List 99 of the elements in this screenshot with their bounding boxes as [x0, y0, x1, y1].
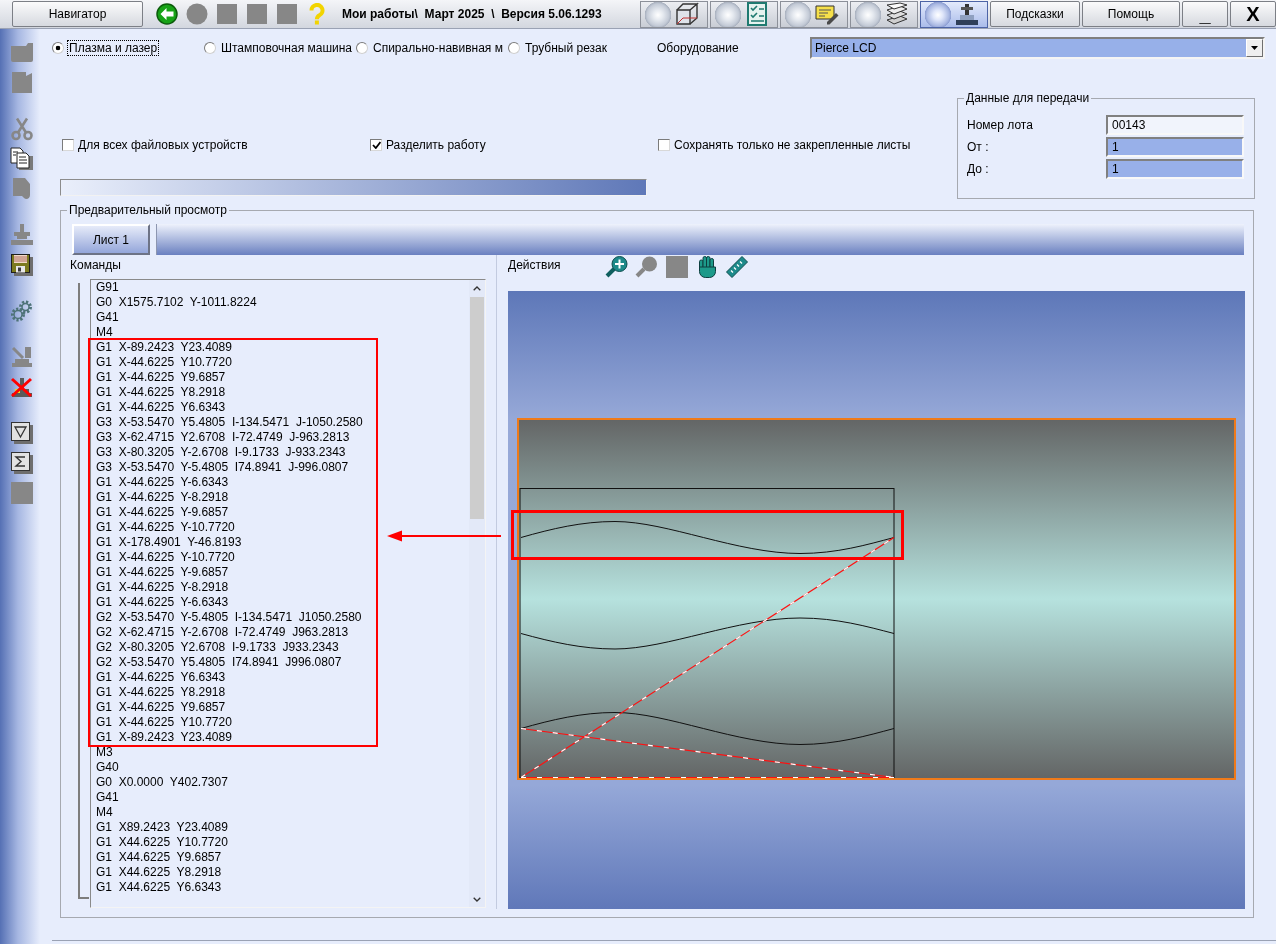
dropdown-button[interactable] [1246, 39, 1263, 57]
code-line: G41 [96, 790, 119, 805]
code-line: G91 [96, 280, 119, 295]
code-line: G1 X-89.2423 Y23.4089 [96, 730, 232, 745]
code-line: G1 X-44.6225 Y6.6343 [96, 670, 226, 685]
checkbox-label[interactable]: Сохранять только не закрепленные листы [674, 138, 911, 152]
code-line: G40 [96, 760, 119, 775]
mode-button[interactable] [850, 0, 918, 28]
code-line: G2 X-62.4715 Y-2.6708 I-72.4749 J963.2813 [96, 625, 349, 640]
code-line: G1 X-44.6225 Y-8.2918 [96, 490, 229, 505]
checkbox-label[interactable]: Разделить работу [386, 138, 486, 152]
code-line: G0 X0.0000 Y402.7307 [96, 775, 228, 790]
code-line: G1 X-44.6225 Y-9.6857 [96, 565, 229, 580]
checkbox[interactable] [62, 139, 74, 151]
radio-button[interactable] [204, 42, 216, 54]
code-line: G1 X89.2423 Y23.4089 [96, 820, 228, 835]
zoom-in-icon[interactable] [605, 255, 629, 279]
chevron-up-icon [473, 285, 481, 291]
gears-icon[interactable] [10, 299, 34, 323]
checkmark-icon [371, 141, 381, 149]
code-line: G1 X-44.6225 Y-10.7720 [96, 520, 235, 535]
close-button[interactable]: X [1230, 1, 1276, 27]
code-line: G3 X-80.3205 Y-2.6708 I-9.1733 J-933.2343 [96, 445, 346, 460]
code-line: G3 X-53.5470 Y-5.4805 I74.8941 J-996.0807 [96, 460, 349, 475]
group-title: Предварительный просмотр [68, 203, 228, 217]
code-line: G1 X-44.6225 Y8.2918 [96, 685, 226, 700]
save-icon[interactable] [10, 253, 34, 277]
code-line: G1 X44.6225 Y10.7720 [96, 835, 228, 850]
input-field[interactable]: 1 [1106, 159, 1244, 179]
code-line: G1 X-44.6225 Y-6.6343 [96, 595, 229, 610]
mode-button[interactable] [640, 0, 708, 28]
crossed-machine-icon[interactable] [10, 375, 34, 399]
code-line: G1 X44.6225 Y6.6343 [96, 880, 222, 895]
checkbox-label[interactable]: Для всех файловых устройств [78, 138, 248, 152]
input-field[interactable]: 1 [1106, 137, 1244, 157]
note-icon [815, 2, 839, 26]
radio-label[interactable]: Спирально-навивная м [372, 41, 504, 55]
section-label: Действия [508, 257, 562, 272]
radio-button[interactable] [508, 42, 520, 54]
checklist-icon [745, 2, 769, 26]
window-title: Мои работы\ Март 2025 \ Версия 5.06.1293 [342, 7, 603, 21]
radio-label[interactable]: Плазма и лазер [68, 41, 159, 55]
triangle-icon[interactable] [10, 421, 34, 445]
ruler-icon[interactable] [725, 255, 749, 279]
radio-label[interactable]: Трубный резак [524, 41, 608, 55]
code-line: G41 [96, 310, 119, 325]
cube-icon [675, 2, 699, 26]
mode-button[interactable] [780, 0, 848, 28]
minimize-button[interactable]: _ [1182, 1, 1228, 27]
input-field[interactable]: 00143 [1106, 115, 1244, 135]
field-label: До : [967, 162, 990, 176]
radio-label[interactable]: Штамповочная машина [220, 41, 354, 55]
mode-button[interactable] [920, 0, 988, 28]
code-line: G1 X44.6225 Y8.2918 [96, 865, 222, 880]
help-button[interactable]: Помощь [1082, 1, 1180, 27]
code-line: G1 X-44.6225 Y-8.2918 [96, 580, 229, 595]
code-line: G2 X-53.5470 Y-5.4805 I-134.5471 J1050.2580 [96, 610, 362, 625]
stack-icon [885, 2, 909, 26]
code-line: M4 [96, 325, 113, 340]
code-line: M3 [96, 745, 113, 760]
code-line: G1 X-44.6225 Y10.7720 [96, 355, 232, 370]
tab[interactable]: Лист 1 [72, 224, 150, 255]
code-line: G1 X-44.6225 Y9.6857 [96, 700, 226, 715]
code-line: G3 X-53.5470 Y5.4805 I-134.5471 J-1050.2580 [96, 415, 363, 430]
mode-button[interactable] [710, 0, 778, 28]
scrollbar-thumb[interactable] [470, 297, 484, 519]
navigator-button[interactable]: Навигатор [12, 1, 143, 27]
code-line: G1 X-44.6225 Y-10.7720 [96, 550, 235, 565]
code-line: G2 X-80.3205 Y2.6708 I-9.1733 J933.2343 [96, 640, 339, 655]
radio-button[interactable] [356, 42, 368, 54]
sigma-icon[interactable] [10, 451, 34, 475]
code-line: M4 [96, 805, 113, 820]
caret-icon [1251, 46, 1258, 50]
chevron-down-icon [473, 896, 481, 902]
code-line: G1 X-44.6225 Y9.6857 [96, 370, 226, 385]
code-line: G1 X44.6225 Y9.6857 [96, 850, 222, 865]
checkbox[interactable] [370, 139, 382, 151]
code-line: G1 X-178.4901 Y-46.8193 [96, 535, 242, 550]
code-line: G2 X-53.5470 Y5.4805 I74.8941 J996.0807 [96, 655, 342, 670]
field-label: Номер лота [967, 118, 1034, 132]
equipment-label: Оборудование [657, 41, 740, 55]
code-line: G1 X-44.6225 Y-9.6857 [96, 505, 229, 520]
scrollbar[interactable] [469, 280, 485, 907]
code-line: G1 X-89.2423 Y23.4089 [96, 340, 232, 355]
code-line: G3 X-62.4715 Y2.6708 I-72.4749 J-963.2813 [96, 430, 350, 445]
machine-icon [955, 2, 979, 26]
code-line: G1 X-44.6225 Y6.6343 [96, 400, 226, 415]
radio-button[interactable] [52, 42, 64, 54]
code-line: G1 X-44.6225 Y10.7720 [96, 715, 232, 730]
hints-button[interactable]: Подсказки [990, 1, 1080, 27]
code-line: G1 X-44.6225 Y8.2918 [96, 385, 226, 400]
copy-icon[interactable] [10, 147, 34, 171]
group-title: Данные для передачи [965, 91, 1091, 105]
equipment-dropdown[interactable]: Pierce LCD [810, 37, 1265, 59]
code-line: G0 X1575.7102 Y-1011.8224 [96, 295, 257, 310]
field-label: От : [967, 140, 990, 154]
code-line: G1 X-44.6225 Y-6.6343 [96, 475, 229, 490]
section-label: Команды [70, 257, 121, 272]
checkbox[interactable] [658, 139, 670, 151]
